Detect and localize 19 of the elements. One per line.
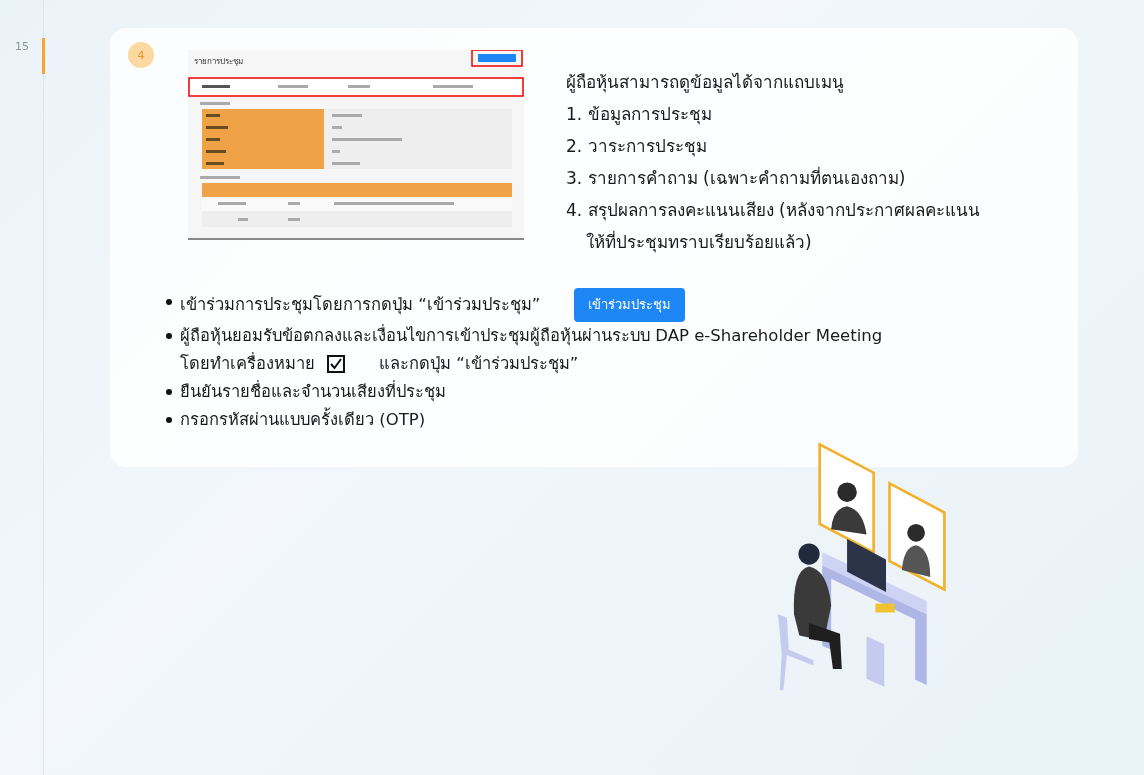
join-meeting-button[interactable]: เข้าร่วมประชุม: [574, 288, 686, 322]
menu-list-item: 3. รายการคำถาม (เฉพาะคำถามที่ตนเองถาม): [566, 165, 907, 190]
menu-list-item: 2. วาระการประชุม: [566, 135, 708, 159]
bullet-icon: [166, 389, 172, 395]
page-number: 15: [15, 40, 29, 53]
bullet-icon: [166, 299, 172, 305]
menu-list-item: 4. สรุปผลการลงคะแนนเสียง (หลังจากประกาศผลคะแนน ให้ที่ประชุมทราบเรียบร้อยแล้ว): [566, 199, 981, 255]
screenshot-title: รายการประชุม: [194, 56, 243, 68]
menu-list-item: 1. ข้อมูลการประชุม: [566, 103, 713, 127]
step-badge: 4: [128, 42, 154, 68]
menu-intro-text: ผู้ถือหุ้นสามารถดูข้อมูลได้จากแถบเมนู: [566, 71, 845, 95]
bullet-text: เข้าร่วมการประชุมโดยการกดปุ่ม “เข้าร่วมประชุม”: [180, 294, 541, 317]
bullet-text: และกดปุ่ม “เข้าร่วมประชุม”: [379, 353, 579, 376]
bullet-icon: [166, 417, 172, 423]
bullet-text: ยืนยันรายชื่อและจำนวนเสียงที่ประชุม: [180, 379, 446, 404]
bullet-text: กรอกรหัสผ่านแบบครั้งเดียว (OTP): [180, 406, 426, 434]
bullet-text: ผู้ถือหุ้นยอมรับข้อตกลงและเงื่อนไขการเข้าประชุมผู้ถือหุ้นผ่านระบบ DAP e-Shareholder Meeting: [180, 323, 883, 348]
bullet-icon: [166, 333, 172, 339]
bullet-text: โดยทำเครื่องหมาย: [180, 351, 315, 375]
